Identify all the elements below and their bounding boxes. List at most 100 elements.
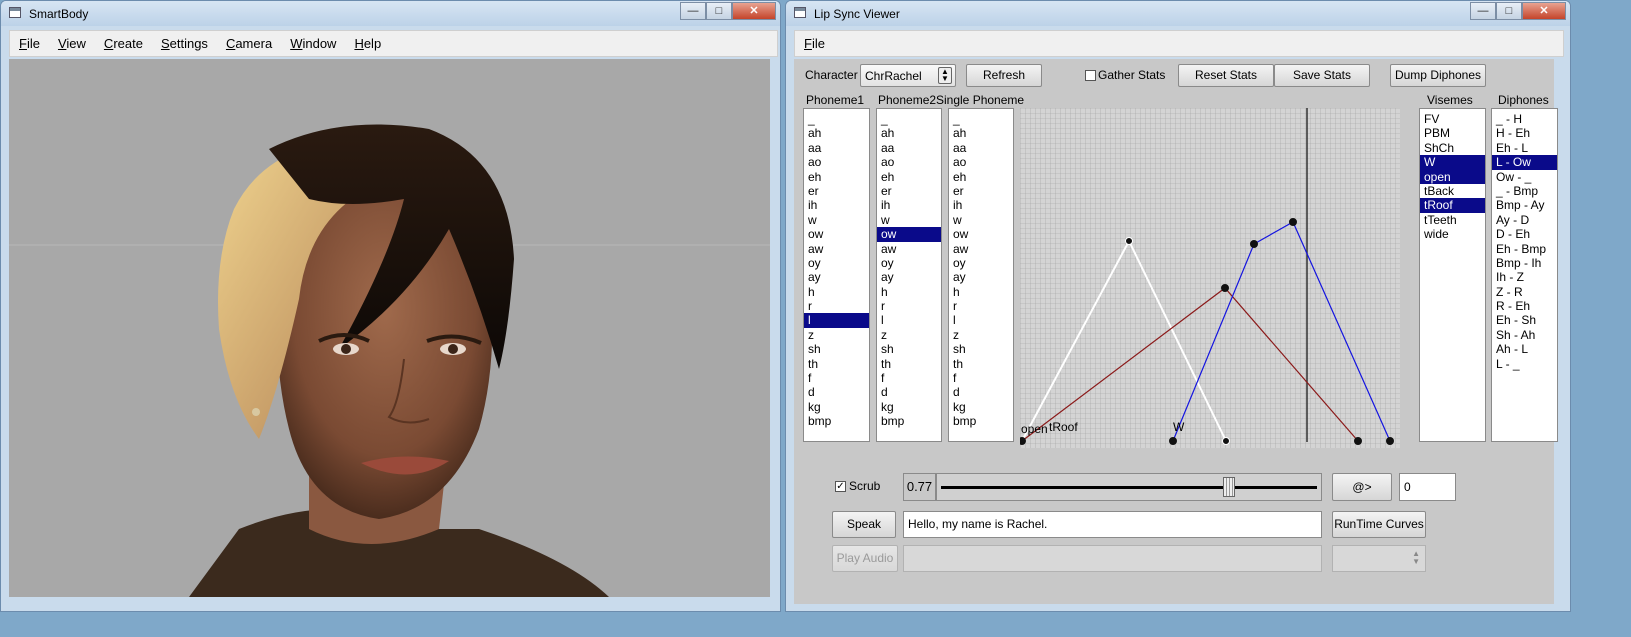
list-item[interactable]: L - Ow [1492,155,1557,170]
list-item[interactable]: tTeeth [1420,213,1485,227]
list-item[interactable]: ow [804,227,869,241]
reset-stats-button[interactable]: Reset Stats [1178,64,1274,87]
minimize-icon[interactable]: — [680,2,706,20]
list-item[interactable]: bmp [804,414,869,428]
lipsync-titlebar[interactable]: Lip Sync Viewer — □ ✕ [786,1,1570,26]
list-item[interactable]: r [804,299,869,313]
list-item[interactable]: eh [804,170,869,184]
character-select[interactable]: ChrRachel ▲ ▼ [860,64,956,87]
list-item[interactable]: ow [949,227,1013,241]
scrub-slider-thumb[interactable] [1222,477,1235,497]
list-item[interactable]: tRoof [1420,198,1485,213]
menu-file[interactable]: File [795,36,834,51]
list-item[interactable]: _ [804,112,869,126]
list-item[interactable]: th [804,357,869,371]
dump-diphones-button[interactable]: Dump Diphones [1390,64,1486,87]
smartbody-titlebar[interactable]: SmartBody — □ ✕ [1,1,780,26]
phoneme1-list[interactable]: _ ah aa ao eh er ih w ow aw oy ay h r l z sh th f d kg bmp [803,108,870,442]
list-item[interactable]: aa [949,141,1013,155]
curve-troof-keyframe[interactable] [1221,284,1229,292]
list-item[interactable]: d [949,385,1013,399]
scrub-slider[interactable] [936,473,1322,501]
3d-viewport[interactable] [9,59,770,597]
menu-view[interactable]: View [49,36,95,51]
list-item[interactable]: aa [877,141,941,155]
speak-button[interactable]: Speak [832,511,896,538]
list-item[interactable]: W [1420,155,1485,170]
list-item[interactable]: h [877,285,941,299]
menu-settings[interactable]: Settings [152,36,217,51]
list-item[interactable]: ih [877,198,941,212]
list-item[interactable]: th [877,357,941,371]
menu-window[interactable]: Window [281,36,345,51]
curve-open-keyframe[interactable] [1222,437,1230,445]
list-item[interactable]: Bmp - Ih [1492,256,1557,270]
goto-time-input[interactable]: 0 [1399,473,1456,501]
list-item[interactable]: Eh - Sh [1492,313,1557,327]
list-item[interactable]: Eh - Bmp [1492,242,1557,256]
list-item[interactable]: sh [877,342,941,356]
list-item[interactable]: oy [804,256,869,270]
list-item[interactable]: l [877,313,941,327]
list-item[interactable]: ah [877,126,941,140]
list-item[interactable]: r [949,299,1013,313]
save-stats-button[interactable]: Save Stats [1274,64,1370,87]
list-item[interactable]: Ah - L [1492,342,1557,356]
audio-options-select[interactable]: ▲ ▼ [1332,545,1426,572]
list-item[interactable]: h [949,285,1013,299]
curve-w-keyframe[interactable] [1169,437,1177,445]
list-item[interactable]: kg [877,400,941,414]
list-item[interactable]: L - _ [1492,357,1557,371]
list-item[interactable]: ih [804,198,869,212]
list-item[interactable]: f [949,371,1013,385]
list-item[interactable]: ow [877,227,941,242]
list-item[interactable]: _ [949,112,1013,126]
curve-troof-keyframe[interactable] [1354,437,1362,445]
list-item[interactable]: PBM [1420,126,1485,140]
list-item[interactable]: d [804,385,869,399]
list-item[interactable]: ao [949,155,1013,169]
viseme-curve-graph[interactable]: open tRoof W [1018,108,1400,448]
goto-time-button[interactable]: @> [1332,473,1392,501]
minimize-icon[interactable]: — [1470,2,1496,20]
single-phoneme-list[interactable]: _ ah aa ao eh er ih w ow aw oy ay h r l z sh th f d kg bmp [948,108,1014,442]
list-item[interactable]: Eh - L [1492,141,1557,155]
list-item[interactable]: ao [877,155,941,169]
menu-help[interactable]: Help [345,36,390,51]
list-item[interactable]: ay [949,270,1013,284]
menu-file[interactable]: File [10,36,49,51]
list-item[interactable]: Ow - _ [1492,170,1557,184]
list-item[interactable]: Z - R [1492,285,1557,299]
list-item[interactable]: bmp [949,414,1013,428]
speak-text-input[interactable]: Hello, my name is Rachel. [903,511,1322,538]
list-item[interactable]: ay [804,270,869,284]
list-item[interactable]: z [949,328,1013,342]
list-item[interactable]: th [949,357,1013,371]
curve-editor[interactable]: open tRoof W [1018,108,1400,448]
list-item[interactable]: oy [877,256,941,270]
list-item[interactable]: bmp [877,414,941,428]
list-item[interactable]: open [1420,169,1485,184]
list-item[interactable]: eh [949,170,1013,184]
list-item[interactable]: w [877,213,941,227]
list-item[interactable]: eh [877,170,941,184]
list-item[interactable]: _ - H [1492,112,1557,126]
list-item[interactable]: r [877,299,941,313]
list-item[interactable]: l [804,313,869,328]
list-item[interactable]: er [804,184,869,198]
list-item[interactable]: aw [804,242,869,256]
curve-troof-keyframe[interactable] [1018,437,1026,445]
curve-open-keyframe[interactable] [1125,237,1133,245]
list-item[interactable]: z [877,328,941,342]
list-item[interactable]: aa [804,141,869,155]
list-item[interactable]: D - Eh [1492,227,1557,241]
audio-select[interactable] [903,545,1322,572]
list-item[interactable]: H - Eh [1492,126,1557,140]
phoneme2-list[interactable]: _ ah aa ao eh er ih w ow aw oy ay h r l z sh th f d kg bmp [876,108,942,442]
list-item[interactable]: Ay - D [1492,213,1557,227]
menu-create[interactable]: Create [95,36,152,51]
list-item[interactable]: kg [804,400,869,414]
list-item[interactable]: tBack [1420,184,1485,198]
list-item[interactable]: w [804,213,869,227]
list-item[interactable]: sh [949,342,1013,356]
